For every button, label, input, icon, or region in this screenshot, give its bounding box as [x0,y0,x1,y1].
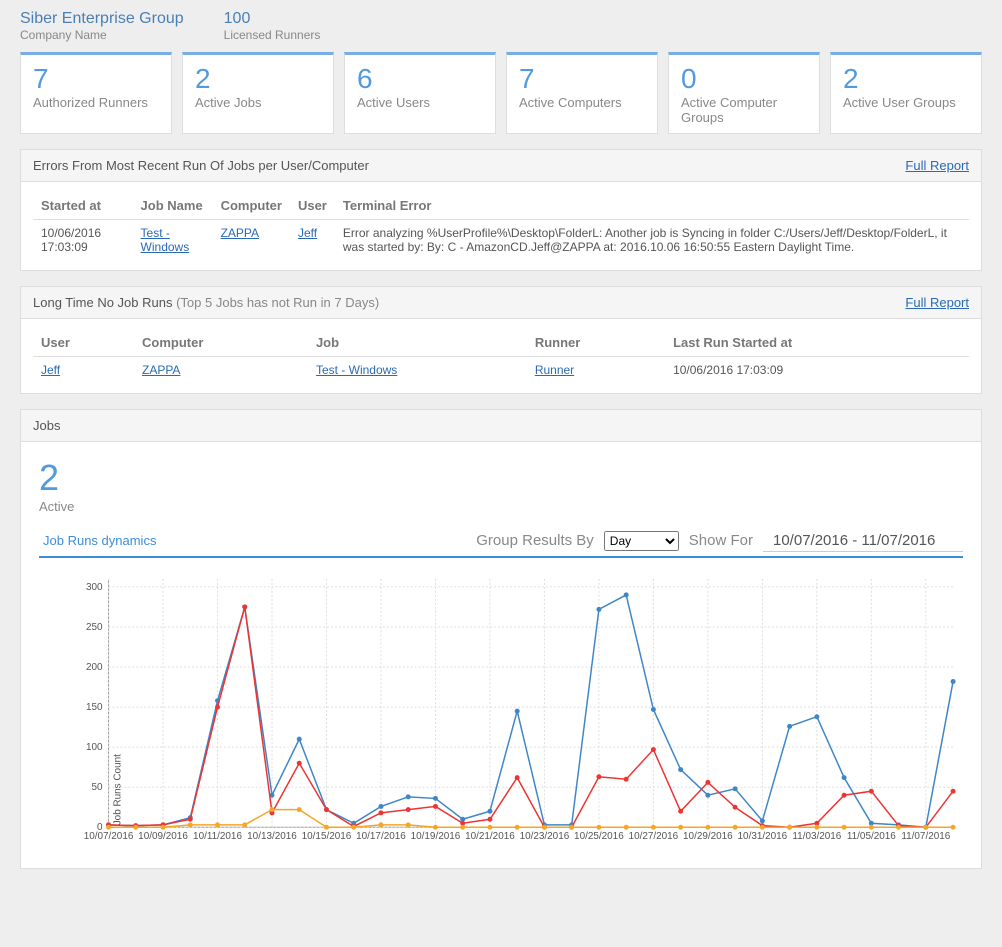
stat-card[interactable]: 0 Active Computer Groups [668,52,820,134]
errors-full-report-link[interactable]: Full Report [905,158,969,173]
stale-table: UserComputerJobRunnerLast Run Started at… [33,329,969,383]
errors-panel: Errors From Most Recent Run Of Jobs per … [20,149,982,271]
svg-text:10/13/2016: 10/13/2016 [247,831,297,842]
table-header: Started at [33,192,133,220]
stat-card[interactable]: 2 Active Jobs [182,52,334,134]
group-by-label: Group Results By [476,532,594,549]
svg-text:10/15/2016: 10/15/2016 [302,831,352,842]
header: Siber Enterprise Group Company Name 100 … [0,0,1002,52]
tab-job-runs-dynamics[interactable]: Job Runs dynamics [39,529,160,552]
table-header: Runner [527,329,665,357]
stat-card[interactable]: 7 Active Computers [506,52,658,134]
stat-label: Active Computers [519,95,645,110]
svg-text:10/09/2016: 10/09/2016 [138,831,188,842]
svg-text:100: 100 [86,742,103,753]
job-link[interactable]: Test - Windows [316,363,397,377]
user-link[interactable]: Jeff [298,226,317,240]
stat-label: Active Computer Groups [681,95,807,125]
table-header: User [33,329,134,357]
licensed-runners-block: 100 Licensed Runners [224,10,321,42]
svg-text:200: 200 [86,662,103,673]
stale-panel: Long Time No Job Runs (Top 5 Jobs has no… [20,286,982,394]
show-for-label: Show For [689,532,753,549]
svg-text:10/19/2016: 10/19/2016 [411,831,461,842]
svg-text:10/11/2016: 10/11/2016 [193,831,242,842]
computer-link[interactable]: ZAPPA [142,363,180,377]
company-label: Company Name [20,28,184,42]
stat-value: 2 [843,63,969,95]
job-link[interactable]: Test - Windows [141,226,190,254]
svg-text:10/21/2016: 10/21/2016 [465,831,515,842]
stat-value: 6 [357,63,483,95]
table-header: Computer [213,192,290,220]
table-row: Jeff ZAPPA Test - Windows Runner 10/06/2… [33,357,969,384]
user-link[interactable]: Jeff [41,363,60,377]
stat-card[interactable]: 7 Authorized Runners [20,52,172,134]
runner-link[interactable]: Runner [535,363,574,377]
svg-text:11/05/2016: 11/05/2016 [847,831,896,842]
jobs-count: 2 [21,442,981,499]
svg-text:10/29/2016: 10/29/2016 [683,831,733,842]
chart: 05010015020025030010/07/201610/09/201610… [21,558,981,868]
jobs-panel: Jobs 2 Active Job Runs dynamics Group Re… [20,409,982,869]
svg-text:10/25/2016: 10/25/2016 [574,831,624,842]
svg-text:Job Runs Count: Job Runs Count [112,754,123,825]
group-by-select[interactable]: Day [604,531,679,551]
stat-card[interactable]: 2 Active User Groups [830,52,982,134]
svg-text:300: 300 [86,582,103,593]
svg-text:10/27/2016: 10/27/2016 [629,831,679,842]
stat-value: 0 [681,63,807,95]
jobs-active-label: Active [21,499,981,529]
errors-title: Errors From Most Recent Run Of Jobs per … [33,158,369,173]
stat-value: 7 [519,63,645,95]
jobs-title: Jobs [33,418,60,433]
svg-text:150: 150 [86,702,103,713]
company-block: Siber Enterprise Group Company Name [20,10,184,42]
company-name: Siber Enterprise Group [20,10,184,28]
svg-text:10/07/2016: 10/07/2016 [84,831,134,842]
date-range-input[interactable]: 10/07/2016 - 11/07/2016 [763,530,963,552]
licensed-runners-label: Licensed Runners [224,28,321,42]
table-header: User [290,192,335,220]
svg-text:10/31/2016: 10/31/2016 [738,831,788,842]
stale-title: Long Time No Job Runs (Top 5 Jobs has no… [33,295,379,310]
licensed-runners-value: 100 [224,10,321,28]
svg-text:11/07/2016: 11/07/2016 [901,831,950,842]
svg-text:11/03/2016: 11/03/2016 [792,831,841,842]
stale-full-report-link[interactable]: Full Report [905,295,969,310]
svg-text:10/17/2016: 10/17/2016 [356,831,406,842]
stat-label: Active Users [357,95,483,110]
errors-table: Started atJob NameComputerUserTerminal E… [33,192,969,260]
stat-cards: 7 Authorized Runners 2 Active Jobs 6 Act… [0,52,1002,149]
stat-label: Authorized Runners [33,95,159,110]
svg-text:250: 250 [86,622,103,633]
computer-link[interactable]: ZAPPA [221,226,259,240]
stat-value: 2 [195,63,321,95]
stat-card[interactable]: 6 Active Users [344,52,496,134]
stat-label: Active User Groups [843,95,969,110]
stat-label: Active Jobs [195,95,321,110]
table-header: Last Run Started at [665,329,969,357]
stat-value: 7 [33,63,159,95]
table-row: 10/06/2016 17:03:09 Test - Windows ZAPPA… [33,220,969,261]
svg-text:50: 50 [92,782,104,793]
svg-text:10/23/2016: 10/23/2016 [520,831,570,842]
table-header: Job Name [133,192,213,220]
table-header: Terminal Error [335,192,969,220]
table-header: Computer [134,329,308,357]
table-header: Job [308,329,527,357]
